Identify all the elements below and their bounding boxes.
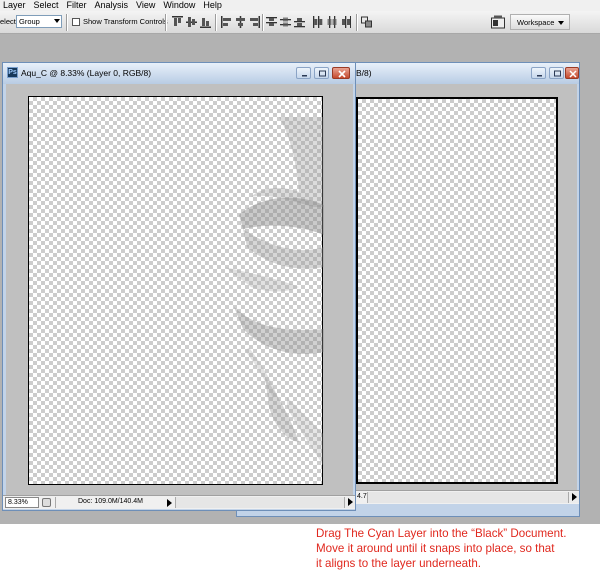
- menu-analysis[interactable]: Analysis: [91, 0, 133, 11]
- options-bar: elect: Group Show Transform Controls Wor…: [0, 11, 600, 34]
- canvas-area: [6, 84, 353, 495]
- window-title: Aqu_C @ 8.33% (Layer 0, RGB/8): [21, 68, 152, 78]
- menu-window[interactable]: Window: [159, 0, 199, 11]
- chevron-down-icon: [558, 21, 564, 25]
- maximize-button[interactable]: [549, 67, 564, 79]
- caption-line: Drag The Cyan Layer into the “Black” Doc…: [316, 527, 567, 540]
- close-icon: [569, 70, 577, 78]
- show-transform-checkbox[interactable]: [72, 18, 80, 26]
- caption-line: Move it around until it snaps into place…: [316, 542, 555, 555]
- caption-line: it aligns to the layer underneath.: [316, 557, 481, 570]
- align-vertical-center-icon[interactable]: [186, 16, 197, 28]
- zoom-value: 8.33%: [8, 499, 28, 506]
- menu-layer[interactable]: Layer: [0, 0, 30, 11]
- close-button[interactable]: [332, 67, 350, 79]
- menu-view[interactable]: View: [132, 0, 159, 11]
- zoom-field[interactable]: 8.33%: [5, 497, 39, 508]
- auto-select-value: Group: [19, 17, 40, 26]
- toolbar-divider: [356, 14, 358, 31]
- doc-info-field[interactable]: Doc: 109.0M/140.4M: [55, 497, 163, 508]
- distribute-right-icon[interactable]: [340, 16, 351, 28]
- close-icon: [338, 70, 346, 78]
- distribute-bottom-icon[interactable]: [294, 16, 305, 28]
- minimize-icon: [302, 75, 307, 77]
- status-menu-arrow-icon[interactable]: [167, 499, 172, 507]
- workspace-label: Workspace: [517, 18, 555, 27]
- align-left-icon[interactable]: [221, 16, 232, 28]
- layer-ghost-artwork: [225, 117, 324, 467]
- auto-align-layers-icon[interactable]: [361, 16, 372, 28]
- toolbar-divider: [66, 14, 68, 31]
- scroll-right-arrow-icon[interactable]: [344, 497, 355, 508]
- doc-info: Doc: 109.0M/140.4M: [78, 498, 143, 505]
- workspace-button[interactable]: Workspace: [510, 14, 570, 30]
- minimize-button[interactable]: [531, 67, 546, 79]
- minimize-icon: [537, 75, 542, 77]
- toolbar-divider: [262, 14, 264, 31]
- distribute-vertical-center-icon[interactable]: [280, 16, 291, 28]
- distribute-horizontal-center-icon[interactable]: [326, 16, 337, 28]
- toolbar-divider: [215, 14, 217, 31]
- menu-filter[interactable]: Filter: [63, 0, 91, 11]
- window-titlebar[interactable]: Ps Aqu_C @ 8.33% (Layer 0, RGB/8): [3, 63, 355, 84]
- photoshop-document-icon: Ps: [7, 67, 18, 78]
- auto-select-dropdown[interactable]: Group: [16, 15, 62, 28]
- document-canvas[interactable]: [28, 96, 324, 485]
- horizontal-scrollbar[interactable]: [367, 492, 579, 503]
- status-bar: 8.33% Doc: 109.0M/140.4M: [3, 495, 355, 509]
- menu-bar: Layer Select Filter Analysis View Window…: [0, 0, 600, 11]
- toolbar-divider: [165, 14, 167, 31]
- distribute-left-icon[interactable]: [312, 16, 323, 28]
- maximize-icon: [554, 70, 561, 77]
- close-button[interactable]: [565, 67, 579, 79]
- document-canvas[interactable]: [356, 97, 558, 484]
- chevron-down-icon: [54, 19, 60, 23]
- scroll-right-arrow-icon[interactable]: [568, 492, 579, 503]
- status-info-icon[interactable]: [42, 498, 51, 507]
- show-transform-label: Show Transform Controls: [83, 17, 168, 26]
- window-title: B/8): [356, 68, 372, 78]
- align-bottom-icon[interactable]: [200, 16, 211, 28]
- align-horizontal-center-icon[interactable]: [235, 16, 246, 28]
- maximize-icon: [319, 70, 326, 77]
- workspace-icon[interactable]: [491, 15, 505, 29]
- menu-select[interactable]: Select: [30, 0, 63, 11]
- minimize-button[interactable]: [296, 67, 311, 79]
- horizontal-scrollbar[interactable]: [175, 497, 355, 508]
- document-window-front[interactable]: Ps Aqu_C @ 8.33% (Layer 0, RGB/8) 8.33% …: [2, 62, 356, 511]
- menu-help[interactable]: Help: [199, 0, 226, 11]
- align-right-icon[interactable]: [249, 16, 260, 28]
- tutorial-caption: Drag The Cyan Layer into the “Black” Doc…: [316, 526, 600, 571]
- maximize-button[interactable]: [314, 67, 329, 79]
- distribute-top-icon[interactable]: [266, 16, 277, 28]
- align-top-icon[interactable]: [172, 16, 183, 28]
